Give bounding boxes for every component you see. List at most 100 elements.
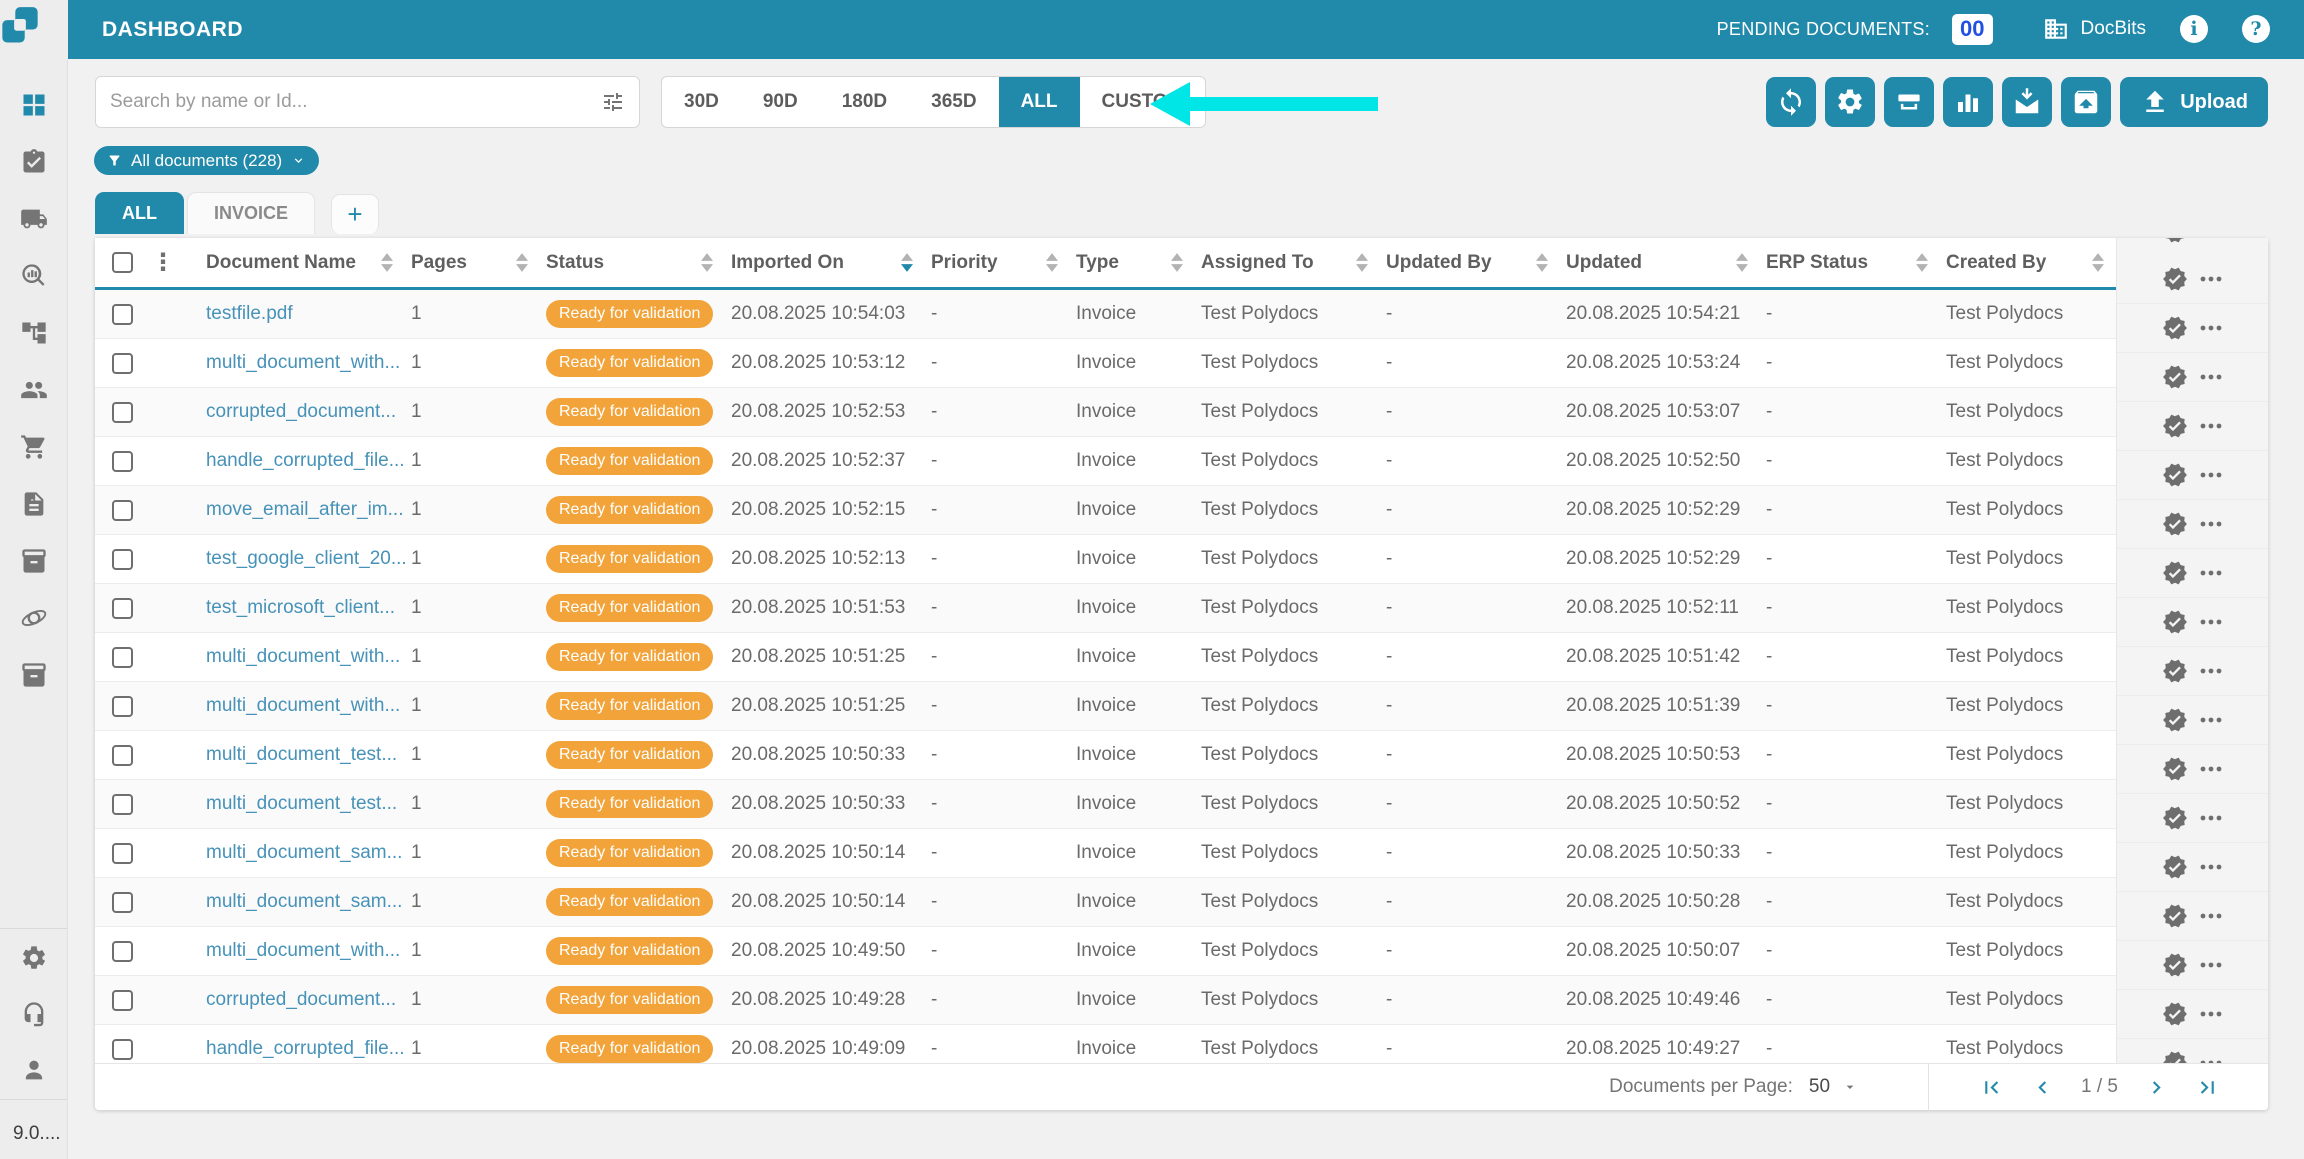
more-dots-icon[interactable] xyxy=(2199,471,2223,479)
tab-invoice[interactable]: INVOICE xyxy=(187,192,315,234)
row-checkbox[interactable] xyxy=(112,745,133,766)
package-icon[interactable] xyxy=(20,547,48,575)
sort-control[interactable] xyxy=(516,253,528,272)
document-link[interactable]: corrupted_document... xyxy=(206,401,396,423)
users-icon[interactable] xyxy=(20,376,48,404)
clipboard-check-icon[interactable] xyxy=(20,148,48,176)
package2-icon[interactable] xyxy=(20,661,48,689)
sort-control[interactable] xyxy=(1736,253,1748,272)
help-icon[interactable]: ? xyxy=(2242,15,2270,43)
document-link[interactable]: handle_corrupted_file... xyxy=(206,450,405,472)
row-checkbox[interactable] xyxy=(112,598,133,619)
row-checkbox[interactable] xyxy=(112,647,133,668)
verified-badge-icon[interactable] xyxy=(2162,756,2188,782)
tab-all[interactable]: ALL xyxy=(95,192,184,234)
more-dots-icon[interactable] xyxy=(2199,667,2223,675)
more-dots-icon[interactable] xyxy=(2199,961,2223,969)
verified-badge-icon[interactable] xyxy=(2162,238,2188,244)
sort-control[interactable] xyxy=(2092,253,2104,272)
more-dots-icon[interactable] xyxy=(2199,716,2223,724)
verified-badge-icon[interactable] xyxy=(2162,266,2188,292)
more-dots-icon[interactable] xyxy=(2199,373,2223,381)
document-link[interactable]: multi_document_with... xyxy=(206,695,400,717)
verified-badge-icon[interactable] xyxy=(2162,462,2188,488)
more-dots-icon[interactable] xyxy=(2199,275,2223,283)
verified-badge-icon[interactable] xyxy=(2162,364,2188,390)
verified-badge-icon[interactable] xyxy=(2162,1001,2188,1027)
document-link[interactable]: multi_document_sam... xyxy=(206,842,402,864)
verified-badge-icon[interactable] xyxy=(2162,511,2188,537)
settings-gear-icon[interactable] xyxy=(20,944,48,972)
row-checkbox[interactable] xyxy=(112,843,133,864)
row-checkbox[interactable] xyxy=(112,892,133,913)
first-page-icon[interactable] xyxy=(1979,1075,2004,1100)
dashboard-grid-icon[interactable] xyxy=(20,91,48,119)
column-menu-kebab-icon[interactable]: ⋮ xyxy=(151,251,175,275)
document-link[interactable]: corrupted_document... xyxy=(206,989,396,1011)
profile-person-icon[interactable] xyxy=(20,1056,48,1084)
verified-badge-icon[interactable] xyxy=(2162,560,2188,586)
per-page-caret-icon[interactable] xyxy=(1842,1079,1858,1095)
date-filter-180d[interactable]: 180D xyxy=(820,77,909,127)
row-checkbox[interactable] xyxy=(112,353,133,374)
invoice-doc-icon[interactable] xyxy=(20,490,48,518)
sort-control[interactable] xyxy=(701,253,713,272)
verified-badge-icon[interactable] xyxy=(2162,1050,2188,1063)
last-page-icon[interactable] xyxy=(2195,1075,2220,1100)
more-dots-icon[interactable] xyxy=(2199,618,2223,626)
search-input[interactable] xyxy=(110,91,601,113)
row-checkbox[interactable] xyxy=(112,549,133,570)
more-dots-icon[interactable] xyxy=(2199,569,2223,577)
next-page-icon[interactable] xyxy=(2144,1075,2169,1100)
row-checkbox[interactable] xyxy=(112,451,133,472)
document-link[interactable]: multi_document_sam... xyxy=(206,891,402,913)
row-checkbox[interactable] xyxy=(112,304,133,325)
mail-import-button[interactable] xyxy=(2002,77,2052,127)
verified-badge-icon[interactable] xyxy=(2162,707,2188,733)
orbit-icon[interactable] xyxy=(20,604,48,632)
document-link[interactable]: multi_document_with... xyxy=(206,940,400,962)
verified-badge-icon[interactable] xyxy=(2162,413,2188,439)
verified-badge-icon[interactable] xyxy=(2162,609,2188,635)
date-filter-90d[interactable]: 90D xyxy=(741,77,820,127)
workflow-tree-icon[interactable] xyxy=(20,319,48,347)
refresh-button[interactable] xyxy=(1766,77,1816,127)
row-checkbox[interactable] xyxy=(112,1039,133,1060)
verified-badge-icon[interactable] xyxy=(2162,658,2188,684)
row-checkbox[interactable] xyxy=(112,696,133,717)
info-icon[interactable]: i xyxy=(2180,15,2208,43)
date-filter-30d[interactable]: 30D xyxy=(662,77,741,127)
document-link[interactable]: handle_corrupted_file... xyxy=(206,1038,405,1060)
more-dots-icon[interactable] xyxy=(2199,520,2223,528)
truck-icon[interactable] xyxy=(20,205,48,233)
row-checkbox[interactable] xyxy=(112,990,133,1011)
tab-add-new[interactable]: + xyxy=(331,194,379,234)
more-dots-icon[interactable] xyxy=(2199,422,2223,430)
row-checkbox[interactable] xyxy=(112,500,133,521)
more-dots-icon[interactable] xyxy=(2199,863,2223,871)
previous-page-icon[interactable] xyxy=(2030,1075,2055,1100)
document-link[interactable]: multi_document_test... xyxy=(206,793,397,815)
search-analytics-icon[interactable] xyxy=(20,262,48,290)
all-documents-filter-chip[interactable]: All documents (228) xyxy=(94,146,319,175)
document-link[interactable]: multi_document_with... xyxy=(206,646,400,668)
cart-icon[interactable] xyxy=(20,433,48,461)
row-checkbox[interactable] xyxy=(112,941,133,962)
verified-badge-icon[interactable] xyxy=(2162,854,2188,880)
headset-icon[interactable] xyxy=(20,1000,48,1028)
more-dots-icon[interactable] xyxy=(2199,324,2223,332)
more-dots-icon[interactable] xyxy=(2199,1010,2223,1018)
tune-filter-icon[interactable] xyxy=(601,90,625,114)
upload-button[interactable]: Upload xyxy=(2120,77,2268,127)
sort-control[interactable] xyxy=(381,253,393,272)
document-link[interactable]: test_google_client_20... xyxy=(206,548,405,570)
settings-button[interactable] xyxy=(1825,77,1875,127)
date-filter-all[interactable]: ALL xyxy=(999,77,1080,127)
row-checkbox[interactable] xyxy=(112,402,133,423)
document-link[interactable]: testfile.pdf xyxy=(206,303,293,325)
sort-control[interactable] xyxy=(1046,253,1058,272)
document-link[interactable]: test_microsoft_client... xyxy=(206,597,395,619)
verified-badge-icon[interactable] xyxy=(2162,315,2188,341)
verified-badge-icon[interactable] xyxy=(2162,952,2188,978)
analytics-button[interactable] xyxy=(1943,77,1993,127)
